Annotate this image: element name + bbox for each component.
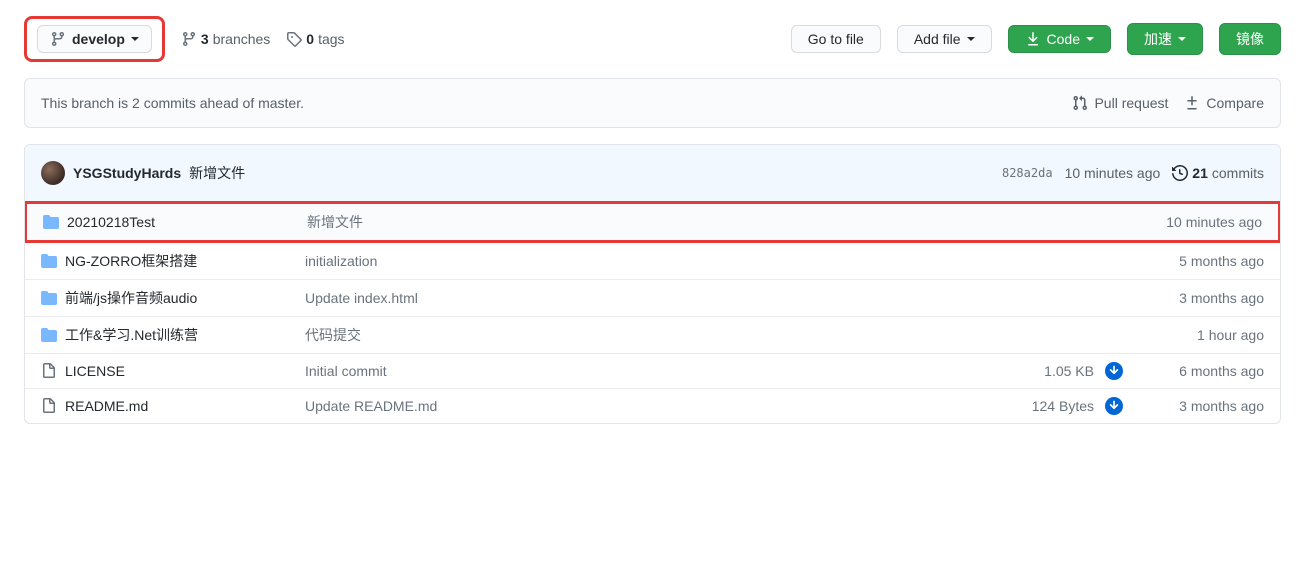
branches-count: 3: [201, 31, 209, 47]
file-commit-message[interactable]: Initial commit: [305, 363, 1004, 379]
compare-label: Compare: [1206, 95, 1264, 111]
accelerate-button[interactable]: 加速: [1127, 23, 1203, 55]
file-listing: YSGStudyHards 新增文件 828a2da 10 minutes ag…: [24, 144, 1281, 424]
file-name[interactable]: 20210218Test: [67, 214, 307, 230]
caret-down-icon: [967, 37, 975, 41]
commit-sha[interactable]: 828a2da: [1002, 166, 1053, 180]
pull-request-link[interactable]: Pull request: [1072, 95, 1168, 111]
compare-icon: [1184, 95, 1200, 111]
file-row: NG-ZORRO框架搭建initialization 5 months ago: [25, 243, 1280, 280]
file-time: 10 minutes ago: [1132, 214, 1262, 230]
file-size: 124 Bytes: [1004, 398, 1094, 414]
go-to-file-button[interactable]: Go to file: [791, 25, 881, 53]
file-name[interactable]: README.md: [65, 398, 305, 414]
folder-icon: [41, 327, 65, 343]
code-button[interactable]: Code: [1008, 25, 1111, 53]
branches-label: branches: [213, 31, 271, 47]
accelerate-label: 加速: [1144, 29, 1172, 49]
avatar[interactable]: [41, 161, 65, 185]
branch-compare-banner: This branch is 2 commits ahead of master…: [24, 78, 1281, 128]
file-row: README.mdUpdate README.md124 Bytes 3 mont…: [25, 389, 1280, 423]
branch-icon: [50, 31, 66, 47]
banner-actions: Pull request Compare: [1072, 95, 1264, 111]
branch-selector-highlight: develop: [24, 16, 165, 62]
file-commit-message[interactable]: 新增文件: [307, 212, 1002, 232]
commits-count: 21: [1192, 165, 1208, 181]
file-time: 3 months ago: [1134, 398, 1264, 414]
add-file-label: Add file: [914, 31, 961, 47]
commits-label: commits: [1212, 165, 1264, 181]
download-icon: [1025, 31, 1041, 47]
tags-count: 0: [306, 31, 314, 47]
file-commit-message[interactable]: 代码提交: [305, 325, 1004, 345]
add-file-button[interactable]: Add file: [897, 25, 992, 53]
file-row-highlight: 20210218Test新增文件 10 minutes ago: [24, 201, 1281, 243]
caret-down-icon: [1086, 37, 1094, 41]
repo-toolbar: develop 3 branches 0 tags Go to file Add…: [24, 16, 1281, 62]
commits-history-link[interactable]: 21 commits: [1172, 165, 1264, 181]
file-name[interactable]: LICENSE: [65, 363, 305, 379]
tags-label: tags: [318, 31, 344, 47]
file-time: 5 months ago: [1134, 253, 1264, 269]
file-time: 6 months ago: [1134, 363, 1264, 379]
file-commit-message[interactable]: Update README.md: [305, 398, 1004, 414]
pull-request-icon: [1072, 95, 1088, 111]
file-time: 3 months ago: [1134, 290, 1264, 306]
file-row: 工作&学习.Net训练营代码提交 1 hour ago: [25, 317, 1280, 354]
file-commit-message[interactable]: initialization: [305, 253, 1004, 269]
file-row: 20210218Test新增文件 10 minutes ago: [27, 204, 1278, 240]
tags-link[interactable]: 0 tags: [286, 31, 344, 47]
file-icon: [41, 398, 65, 414]
code-label: Code: [1047, 31, 1080, 47]
compare-link[interactable]: Compare: [1184, 95, 1264, 111]
caret-down-icon: [1178, 37, 1186, 41]
file-time: 1 hour ago: [1134, 327, 1264, 343]
file-name[interactable]: 工作&学习.Net训练营: [65, 325, 305, 345]
download-icon[interactable]: [1094, 397, 1134, 415]
pull-request-label: Pull request: [1094, 95, 1168, 111]
folder-icon: [41, 290, 65, 306]
mirror-button[interactable]: 镜像: [1219, 23, 1281, 55]
branch-name: develop: [72, 31, 125, 47]
folder-icon: [41, 253, 65, 269]
commit-meta: 828a2da 10 minutes ago 21 commits: [1002, 165, 1264, 181]
caret-down-icon: [131, 37, 139, 41]
file-icon: [41, 363, 65, 379]
commit-author[interactable]: YSGStudyHards: [73, 165, 181, 181]
commit-message[interactable]: 新增文件: [189, 163, 245, 183]
folder-icon: [43, 214, 67, 230]
download-icon[interactable]: [1094, 362, 1134, 380]
file-commit-message[interactable]: Update index.html: [305, 290, 1004, 306]
file-name[interactable]: NG-ZORRO框架搭建: [65, 251, 305, 271]
file-size: 1.05 KB: [1004, 363, 1094, 379]
file-row: 前端/js操作音频audioUpdate index.html 3 months …: [25, 280, 1280, 317]
branches-link[interactable]: 3 branches: [181, 31, 270, 47]
branch-icon: [181, 31, 197, 47]
branch-selector[interactable]: develop: [37, 25, 152, 53]
history-icon: [1172, 165, 1188, 181]
tag-icon: [286, 31, 302, 47]
banner-text: This branch is 2 commits ahead of master…: [41, 95, 304, 111]
file-row: LICENSEInitial commit1.05 KB 6 months ago: [25, 354, 1280, 389]
file-name[interactable]: 前端/js操作音频audio: [65, 288, 305, 308]
commit-time: 10 minutes ago: [1065, 165, 1161, 181]
latest-commit-bar: YSGStudyHards 新增文件 828a2da 10 minutes ag…: [25, 145, 1280, 202]
